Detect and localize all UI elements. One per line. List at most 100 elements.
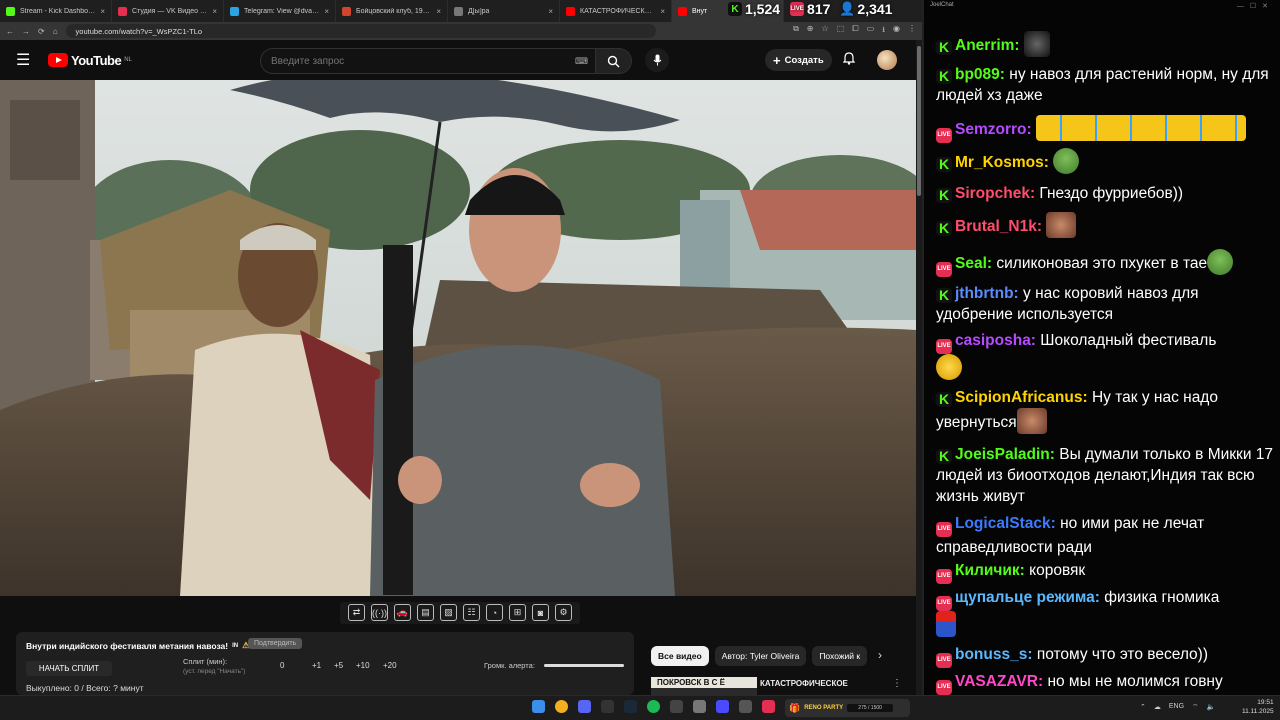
chevron-up-icon[interactable]: ⌃ xyxy=(1140,703,1146,712)
chat-nickname[interactable]: Киличик: xyxy=(955,562,1025,579)
explorer-icon[interactable] xyxy=(693,700,706,713)
speaker-icon[interactable]: 🔈 xyxy=(1207,703,1216,712)
tab-close-icon[interactable]: × xyxy=(660,7,665,16)
browser-tab[interactable]: Stream - Kick Dashboard × xyxy=(0,0,112,22)
create-button[interactable]: + Создать xyxy=(765,49,832,71)
chat-nickname[interactable]: ScipionAfricanus: xyxy=(955,389,1088,406)
gear-icon[interactable]: ⚙ xyxy=(555,604,572,621)
recommended-video-thumbnail[interactable]: ПОКРОВСК В С Ё xyxy=(651,677,757,695)
add-media-icon[interactable]: ⊞ xyxy=(509,604,526,621)
more-options-icon[interactable]: ⋮ xyxy=(892,678,902,689)
start-menu-icon[interactable] xyxy=(532,700,545,713)
split-label: Сплит (мин): xyxy=(183,657,228,666)
extension-icon[interactable]: ⬚ xyxy=(837,24,845,38)
media-icon[interactable] xyxy=(716,700,729,713)
broadcast-icon[interactable]: ((·)) xyxy=(371,604,388,621)
tab-close-icon[interactable]: × xyxy=(100,7,105,16)
chat-nickname[interactable]: casiposha: xyxy=(955,332,1036,349)
spotify-icon[interactable] xyxy=(647,700,660,713)
vk-icon[interactable] xyxy=(762,700,775,713)
search-button[interactable] xyxy=(596,48,632,74)
browser-tab[interactable]: Студия — VK Видео Live × xyxy=(112,0,224,22)
chat-nickname[interactable]: VASAZAVR: xyxy=(955,673,1043,690)
chat-nickname[interactable]: Brutal_N1k: xyxy=(955,218,1042,235)
youtube-logo[interactable]: YouTube NL xyxy=(48,53,132,68)
scrollbar-thumb[interactable] xyxy=(917,46,921,196)
smiley-emote-icon xyxy=(936,354,962,380)
chat-nickname[interactable]: Mr_Kosmos: xyxy=(955,154,1049,171)
tab-close-icon[interactable]: × xyxy=(324,7,329,16)
chat-nickname[interactable]: Siropchek: xyxy=(955,185,1035,202)
chat-nickname[interactable]: LogicalStack: xyxy=(955,515,1056,532)
browser-tab[interactable]: Telegram: View @dvachannel × xyxy=(224,0,336,22)
chat-nickname[interactable]: JoeisPaladin: xyxy=(955,446,1055,463)
browser-tab[interactable]: КАТАСТРОФИЧЕСКОЕ Пора × xyxy=(560,0,672,22)
swap-icon[interactable]: ⇄ xyxy=(348,604,365,621)
cloud-icon[interactable]: ☁ xyxy=(1154,703,1161,712)
recommended-video-title[interactable]: КАТАСТРОФИЧЕСКОЕ xyxy=(760,679,848,688)
confirm-button[interactable]: Подтвердить xyxy=(248,638,303,649)
speedometer-icon[interactable]: ◔ xyxy=(486,604,503,621)
forward-icon[interactable]: → xyxy=(22,27,30,36)
chat-nickname[interactable]: Anerrim: xyxy=(955,37,1020,54)
chip-author[interactable]: Автор: Tyler Oliveira xyxy=(714,646,807,666)
video-player[interactable] xyxy=(0,80,916,596)
chat-nickname[interactable]: jthbrtnb: xyxy=(955,285,1019,302)
discord-icon[interactable] xyxy=(578,700,591,713)
wifi-icon[interactable]: ⌔ xyxy=(1192,703,1199,712)
sidebar-icon[interactable]: ▭ xyxy=(867,24,875,38)
split-value[interactable]: 0 xyxy=(280,661,284,670)
chat-nickname[interactable]: bp089: xyxy=(955,66,1005,83)
app-icon[interactable] xyxy=(670,700,683,713)
steam-icon[interactable] xyxy=(624,700,637,713)
profile-icon[interactable]: ◉ xyxy=(893,24,900,38)
home-icon[interactable]: ⌂ xyxy=(53,27,58,36)
url-field[interactable]: youtube.com/watch?v=_WsPZC1-TLo xyxy=(65,24,656,38)
tab-close-icon[interactable]: × xyxy=(548,7,553,16)
chat-nickname[interactable]: Seal: xyxy=(955,255,992,272)
hamburger-menu-icon[interactable]: ☰ xyxy=(16,50,36,70)
browser-tab[interactable]: Бойцовский клуб, 1999 — см × xyxy=(336,0,448,22)
keyboard-icon[interactable]: ⌨ xyxy=(575,56,588,67)
car-icon[interactable]: 🚗 xyxy=(394,604,411,621)
reload-icon[interactable]: ⟳ xyxy=(38,27,45,36)
vk-live-icon: LIVE xyxy=(790,2,805,16)
layout-icon[interactable]: ☷ xyxy=(463,604,480,621)
split-plus-20-button[interactable]: +20 xyxy=(383,661,397,670)
browser-tab[interactable]: Д[ы]ра × xyxy=(448,0,560,22)
star-icon[interactable]: ☆ xyxy=(822,24,829,38)
kebab-menu-icon[interactable]: ⋮ xyxy=(908,24,916,38)
back-icon[interactable]: ← xyxy=(6,27,14,36)
translate-icon[interactable]: ⊕ xyxy=(807,24,814,38)
start-split-button[interactable]: НАЧАТЬ СПЛИТ xyxy=(26,661,112,676)
download-icon[interactable]: ⭳ xyxy=(882,24,885,38)
language-indicator[interactable]: ENG xyxy=(1169,703,1184,712)
chip-all-videos[interactable]: Все видео xyxy=(651,646,709,666)
chrome-icon[interactable] xyxy=(555,700,568,713)
alert-volume-slider[interactable] xyxy=(544,664,624,667)
obs-icon[interactable] xyxy=(601,700,614,713)
chat-nickname[interactable]: щупальце режима: xyxy=(955,589,1100,606)
chat-nickname[interactable]: bonuss_s: xyxy=(955,646,1033,663)
terminal-icon[interactable] xyxy=(739,700,752,713)
picture-icon[interactable]: ▨ xyxy=(440,604,457,621)
split-plus-1-button[interactable]: +1 xyxy=(312,661,321,670)
voice-search-button[interactable] xyxy=(645,48,669,72)
install-icon[interactable]: ⧉ xyxy=(793,24,799,38)
chip-similar[interactable]: Похожий к xyxy=(812,646,868,666)
notifications-bell-icon[interactable] xyxy=(842,52,856,68)
chat-message: K ScipionAfricanus: Ну так у нас надо уве… xyxy=(936,387,1276,434)
camera-icon[interactable]: ◙ xyxy=(532,604,549,621)
chevron-right-icon[interactable]: › xyxy=(878,648,882,662)
split-plus-10-button[interactable]: +10 xyxy=(356,661,370,670)
tab-close-icon[interactable]: × xyxy=(436,7,441,16)
alert-volume-fill xyxy=(544,664,624,667)
chat-nickname[interactable]: Semzorro: xyxy=(955,121,1032,138)
search-input[interactable] xyxy=(260,48,596,74)
split-plus-5-button[interactable]: +5 xyxy=(334,661,343,670)
taskbar-clock[interactable]: 19:51 11.11.2025 xyxy=(1242,698,1274,716)
account-avatar[interactable] xyxy=(877,50,897,70)
clapperboard-icon[interactable]: ▤ xyxy=(417,604,434,621)
tab-close-icon[interactable]: × xyxy=(212,7,217,16)
puzzle-icon[interactable]: ⧠ xyxy=(852,24,858,38)
